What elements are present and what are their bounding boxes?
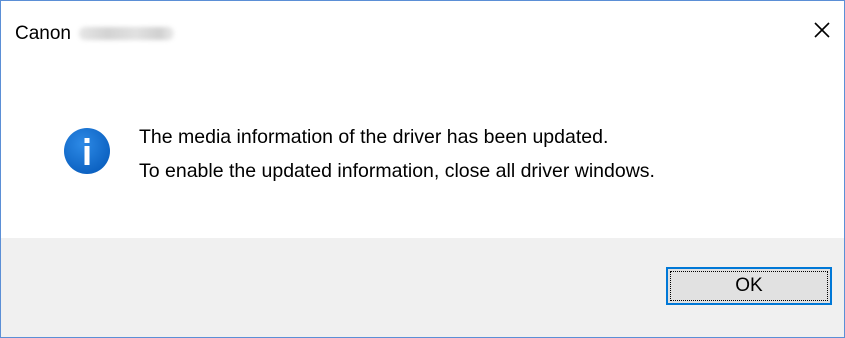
message-line-1: The media information of the driver has … xyxy=(139,126,609,148)
redacted-model-name xyxy=(79,27,174,41)
window-title: Canon xyxy=(15,23,174,45)
close-button[interactable] xyxy=(800,1,844,59)
message-text: The media information of the driver has … xyxy=(139,120,655,188)
message-line-2: To enable the updated information, close… xyxy=(139,160,655,182)
ok-button[interactable]: OK xyxy=(666,267,832,305)
window-title-label: Canon xyxy=(15,23,71,44)
dialog-content: The media information of the driver has … xyxy=(1,59,844,237)
title-bar[interactable]: Canon xyxy=(1,1,844,59)
close-icon xyxy=(814,22,830,38)
button-bar: OK xyxy=(1,238,844,337)
info-icon xyxy=(64,128,110,174)
ok-button-label: OK xyxy=(735,275,763,296)
message-dialog: Canon The media information of the drive… xyxy=(0,0,845,338)
